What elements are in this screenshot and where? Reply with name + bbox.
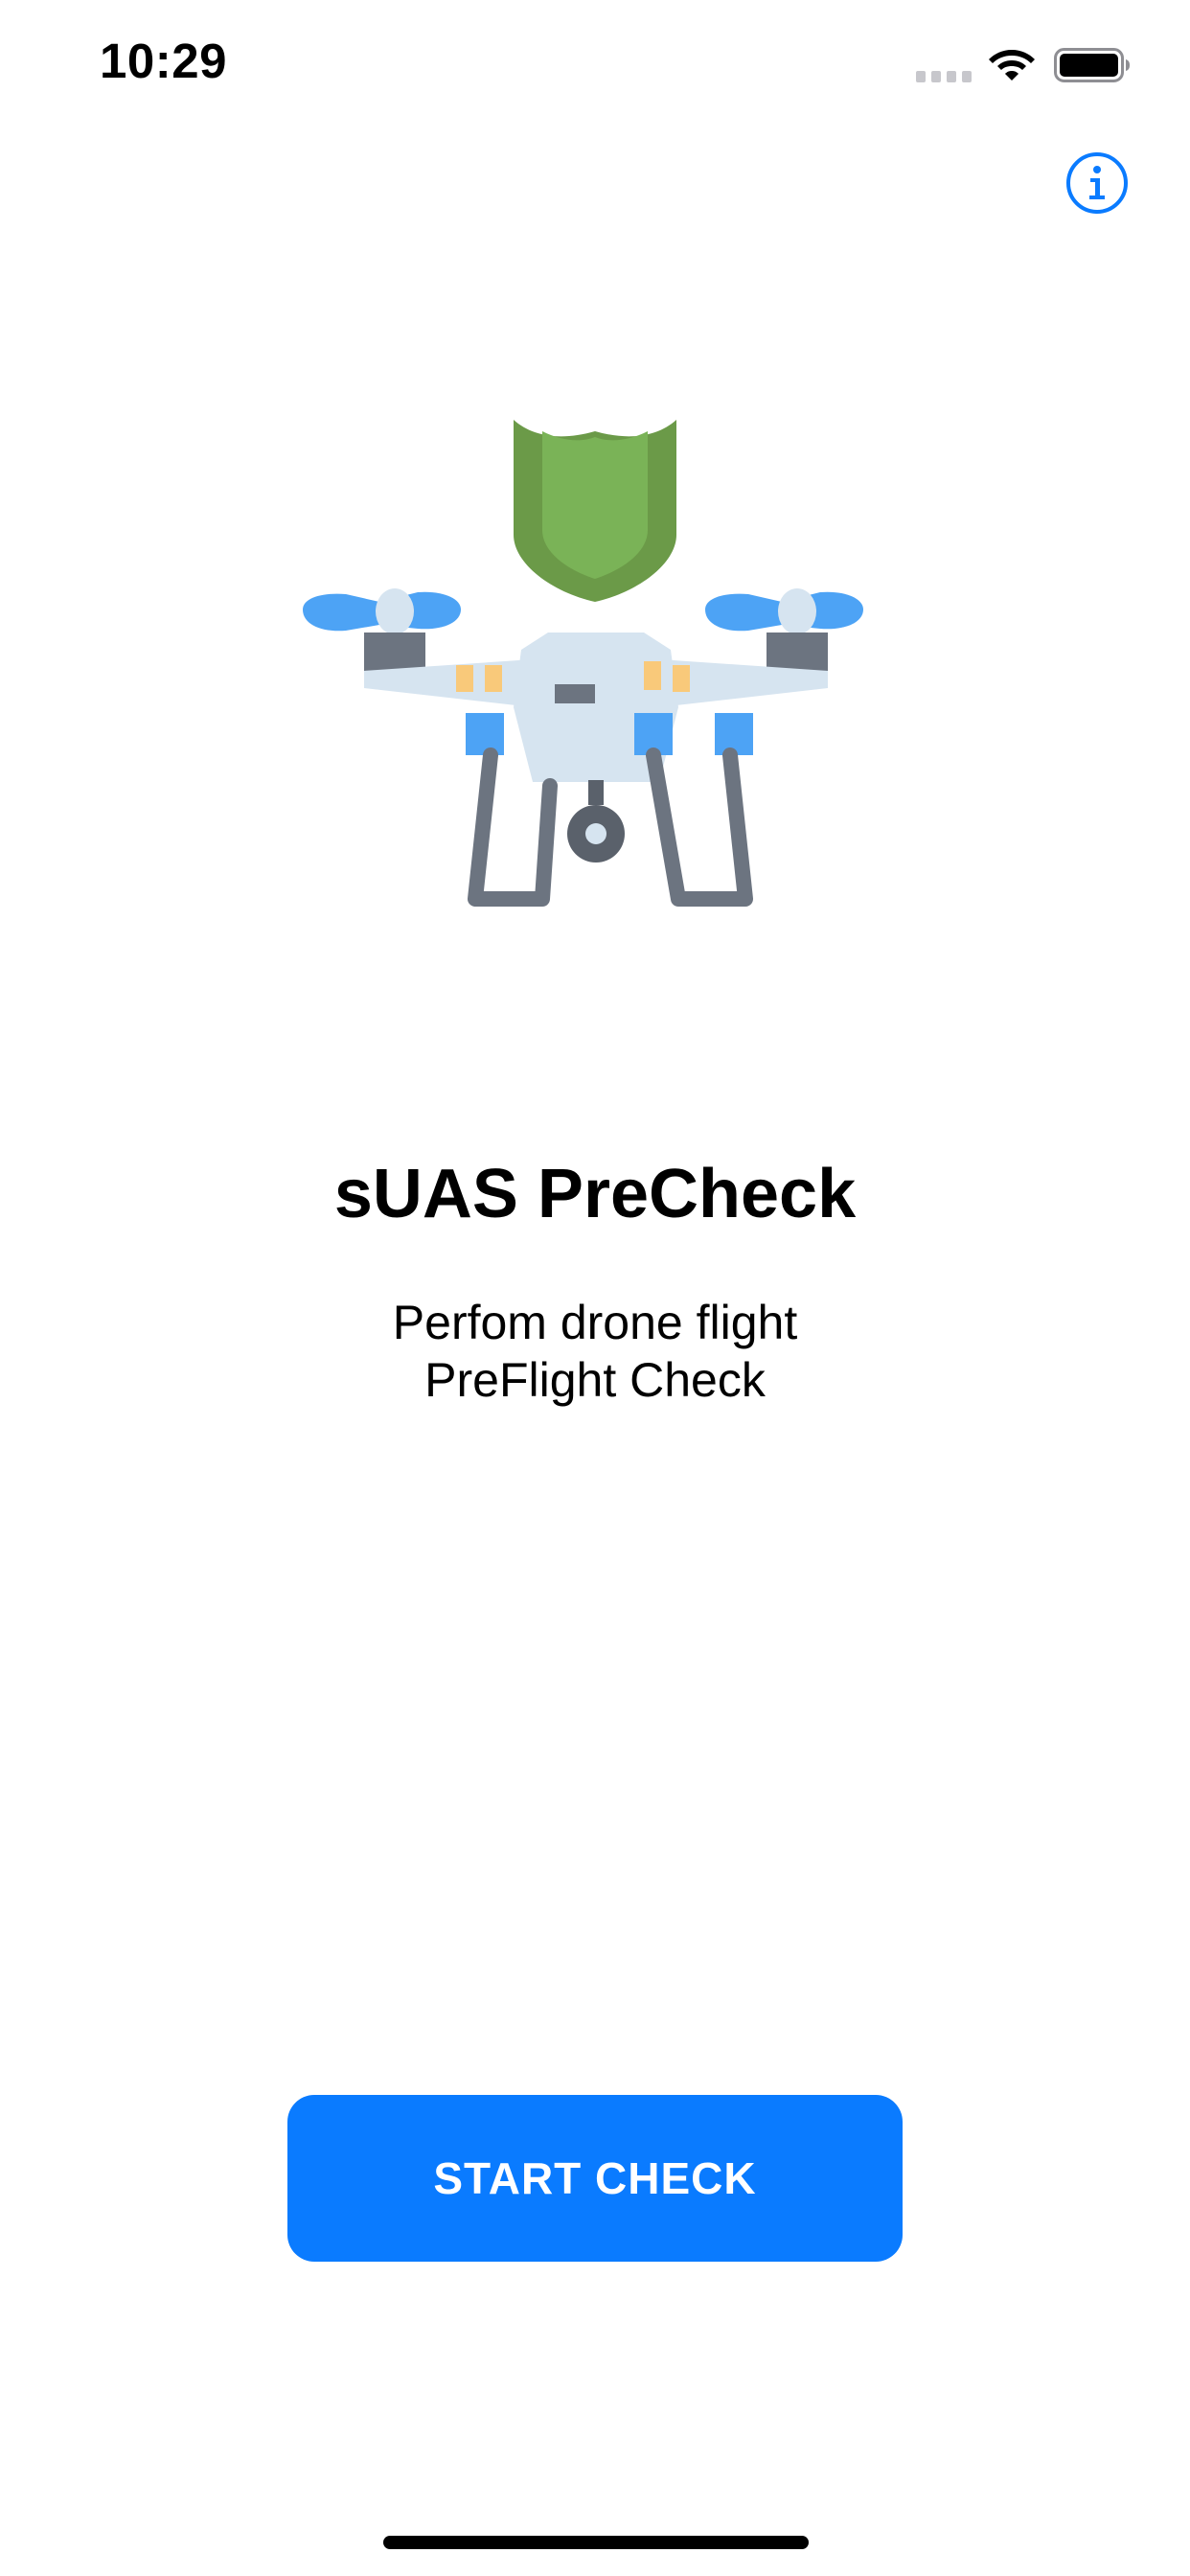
app-subtitle: Perfom drone flight PreFlight Check <box>0 1294 1190 1409</box>
shield-icon <box>514 420 676 602</box>
start-check-button[interactable]: START CHECK <box>287 2095 903 2262</box>
subtitle-line-1: Perfom drone flight <box>392 1296 798 1349</box>
home-indicator[interactable] <box>383 2536 809 2549</box>
cellular-signal-icon <box>916 71 972 82</box>
app-title: sUAS PreCheck <box>333 1156 857 1232</box>
drone-shield-illustration <box>303 420 863 907</box>
left-propeller-icon <box>303 588 461 634</box>
battery-icon <box>1054 48 1130 82</box>
subtitle-line-2: PreFlight Check <box>424 1353 766 1407</box>
status-time: 10:29 <box>100 34 227 88</box>
status-bar: 10:29 <box>0 0 1190 126</box>
wifi-icon <box>989 50 1035 80</box>
right-propeller-icon <box>705 588 863 634</box>
info-icon[interactable] <box>1065 151 1129 215</box>
